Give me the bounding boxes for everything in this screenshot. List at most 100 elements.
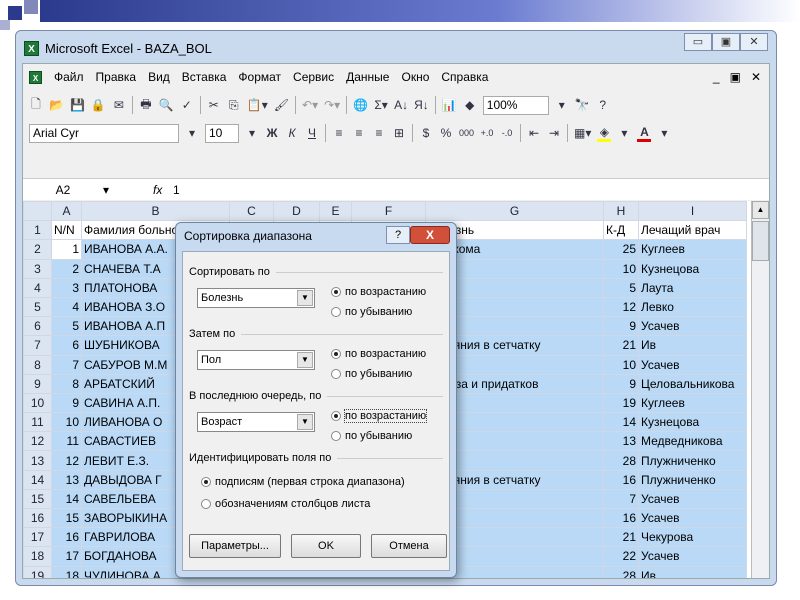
- increase-decimal-icon[interactable]: +.0: [480, 128, 494, 138]
- chevron-down-icon[interactable]: ▾: [103, 183, 153, 197]
- zoom-select[interactable]: 100%: [482, 95, 549, 115]
- cell-i[interactable]: Лаута: [638, 277, 747, 298]
- cell-i[interactable]: Левко: [638, 296, 747, 318]
- cell-i[interactable]: Кузнецова: [638, 412, 747, 433]
- decrease-decimal-icon[interactable]: -.0: [500, 128, 514, 138]
- cell-a[interactable]: 18: [51, 565, 82, 578]
- row-header[interactable]: 7: [23, 335, 52, 356]
- row-header[interactable]: 2: [23, 239, 52, 260]
- chevron-down-icon[interactable]: ▼: [297, 290, 313, 306]
- header-cell[interactable]: N/N: [51, 220, 82, 241]
- cell-a[interactable]: 16: [51, 527, 82, 548]
- options-button[interactable]: Параметры...: [189, 534, 281, 558]
- cell-h[interactable]: 7: [603, 488, 639, 510]
- sort-descending-icon[interactable]: Я↓: [414, 98, 429, 112]
- cell-i[interactable]: Медведникова: [638, 431, 747, 452]
- sort1-asc-radio[interactable]: по возрастанию: [331, 286, 426, 298]
- undo-icon[interactable]: ↶▾: [302, 98, 318, 112]
- cell-h[interactable]: 21: [603, 527, 639, 548]
- merge-center-icon[interactable]: ⊞: [392, 126, 406, 140]
- chevron-down-icon[interactable]: ▼: [297, 414, 313, 430]
- column-header[interactable]: D: [273, 201, 320, 222]
- row-header[interactable]: 10: [23, 392, 52, 414]
- maximize-button[interactable]: ▣: [712, 33, 740, 51]
- ok-button[interactable]: OK: [291, 534, 361, 558]
- row-header[interactable]: 4: [23, 277, 52, 298]
- chevron-down-icon[interactable]: ▾: [185, 126, 199, 140]
- save-icon[interactable]: 💾: [70, 98, 85, 112]
- fx-icon[interactable]: fx: [153, 183, 173, 197]
- column-header[interactable]: G: [425, 201, 604, 222]
- header-cell[interactable]: К-Д: [603, 220, 639, 241]
- research-icon[interactable]: 🔭: [575, 98, 590, 112]
- cell-h[interactable]: 10: [603, 258, 639, 279]
- cell-h[interactable]: 16: [603, 507, 639, 529]
- cell-a[interactable]: 5: [51, 316, 82, 337]
- paste-icon[interactable]: 📋▾: [247, 98, 268, 112]
- cell-a[interactable]: 15: [51, 507, 82, 529]
- column-header[interactable]: E: [319, 201, 352, 222]
- cell-h[interactable]: 12: [603, 296, 639, 318]
- cell-i[interactable]: Плужниченко: [638, 469, 747, 490]
- menu-tools[interactable]: Сервис: [293, 70, 334, 84]
- cell-h[interactable]: 9: [603, 373, 639, 394]
- cell-h[interactable]: 19: [603, 392, 639, 414]
- sort2-desc-radio[interactable]: по убыванию: [331, 368, 412, 380]
- cell-h[interactable]: 21: [603, 335, 639, 356]
- cell-h[interactable]: 22: [603, 546, 639, 567]
- row-header[interactable]: 13: [23, 450, 52, 471]
- cell-a[interactable]: 7: [51, 354, 82, 375]
- sort2-asc-radio[interactable]: по возрастанию: [331, 348, 426, 360]
- cell-a[interactable]: 3: [51, 277, 82, 298]
- redo-icon[interactable]: ↷▾: [324, 98, 340, 112]
- select-all-corner[interactable]: [23, 201, 52, 222]
- cell-h[interactable]: 16: [603, 469, 639, 490]
- help-icon[interactable]: ?: [596, 98, 610, 112]
- cell-a[interactable]: 11: [51, 431, 82, 452]
- column-header[interactable]: C: [229, 201, 274, 222]
- chevron-down-icon[interactable]: ▾: [245, 126, 259, 140]
- cell-a[interactable]: 17: [51, 546, 82, 567]
- column-header[interactable]: I: [638, 201, 747, 222]
- cell-i[interactable]: Кузнецова: [638, 258, 747, 279]
- cell-h[interactable]: 25: [603, 239, 639, 260]
- chevron-down-icon[interactable]: ▼: [297, 352, 313, 368]
- doc-close-icon[interactable]: ✕: [751, 70, 761, 84]
- cell-i[interactable]: Усачев: [638, 354, 747, 375]
- cell-i[interactable]: Плужниченко: [638, 450, 747, 471]
- increase-indent-icon[interactable]: ⇥: [547, 126, 561, 140]
- cell-h[interactable]: 13: [603, 431, 639, 452]
- cell-i[interactable]: Ив: [638, 565, 747, 578]
- align-left-icon[interactable]: ≡: [332, 126, 346, 140]
- menu-file[interactable]: Файл: [54, 70, 84, 84]
- name-box[interactable]: A2: [23, 183, 103, 197]
- font-color-icon[interactable]: A: [637, 125, 652, 142]
- cell-i[interactable]: Усачев: [638, 488, 747, 510]
- font-select[interactable]: Arial Cyr: [29, 123, 179, 143]
- open-icon[interactable]: 📂: [49, 98, 64, 112]
- italic-button[interactable]: К: [285, 126, 299, 140]
- percent-button[interactable]: %: [439, 126, 453, 140]
- sort-by-select[interactable]: Болезнь ▼: [197, 288, 315, 308]
- fill-color-icon[interactable]: ◈: [597, 125, 612, 142]
- cell-a[interactable]: 10: [51, 412, 82, 433]
- header-cell[interactable]: Лечащий врач: [638, 220, 747, 241]
- close-window-button[interactable]: ✕: [740, 33, 768, 51]
- cell-a[interactable]: 13: [51, 469, 82, 490]
- doc-restore-icon[interactable]: ▣: [730, 70, 741, 84]
- sort1-desc-radio[interactable]: по убыванию: [331, 306, 412, 318]
- hyperlink-icon[interactable]: 🌐: [353, 98, 368, 112]
- menu-insert[interactable]: Вставка: [182, 70, 227, 84]
- cell-h[interactable]: 10: [603, 354, 639, 375]
- help-button[interactable]: ?: [386, 226, 410, 244]
- close-dialog-button[interactable]: X: [410, 226, 450, 244]
- menu-format[interactable]: Формат: [238, 70, 281, 84]
- row-header[interactable]: 18: [23, 546, 52, 567]
- row-header[interactable]: 5: [23, 296, 52, 318]
- cell-a[interactable]: 2: [51, 258, 82, 279]
- menu-data[interactable]: Данные: [346, 70, 389, 84]
- borders-icon[interactable]: ▦▾: [574, 126, 591, 140]
- underline-button[interactable]: Ч: [305, 126, 319, 140]
- cell-i[interactable]: Ив: [638, 335, 747, 356]
- cell-a[interactable]: 14: [51, 488, 82, 510]
